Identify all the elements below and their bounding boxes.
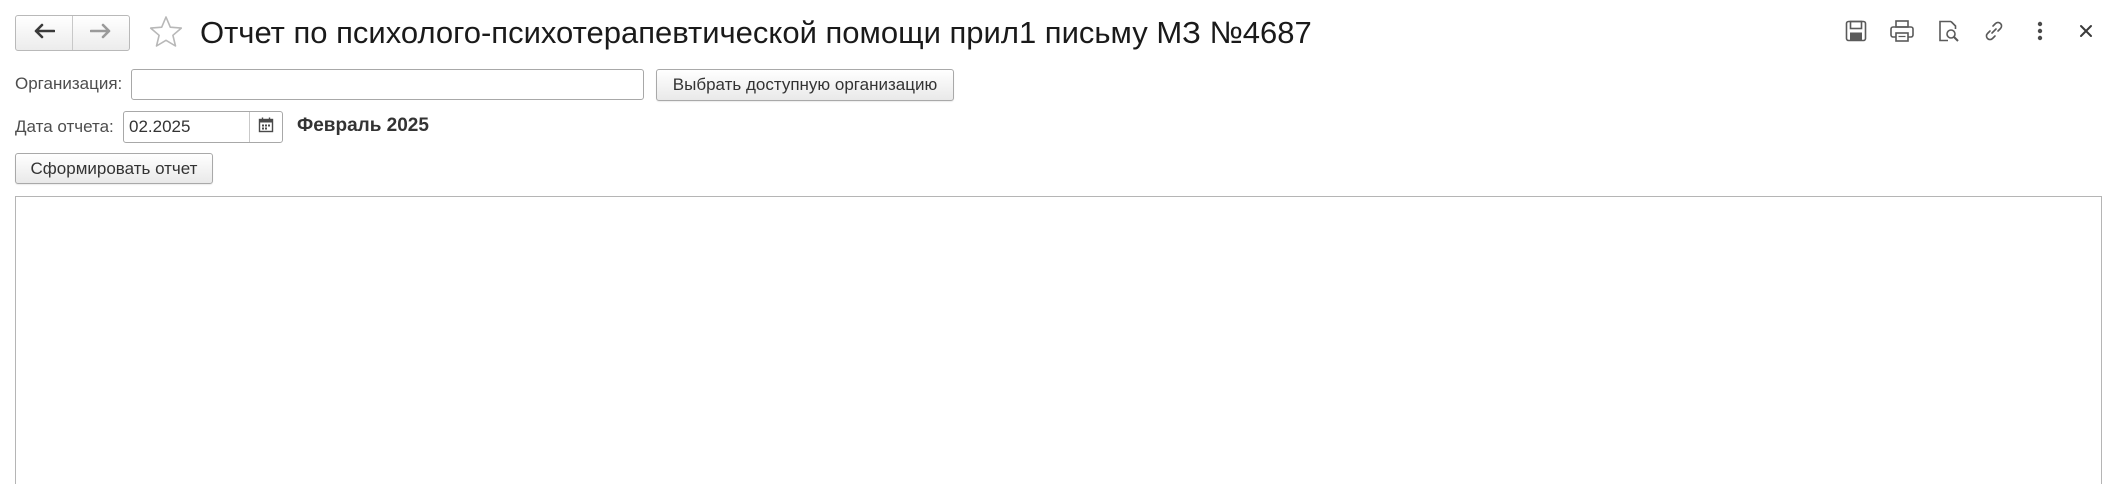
report-date-input[interactable]	[124, 112, 249, 142]
close-button[interactable]	[2070, 17, 2102, 49]
link-button[interactable]	[1978, 17, 2010, 49]
navigation-group	[15, 15, 130, 51]
arrow-right-icon	[89, 23, 112, 44]
window-toolbar	[1826, 17, 2102, 49]
generate-report-button[interactable]: Сформировать отчет	[15, 153, 213, 184]
calendar-button[interactable]	[249, 112, 282, 142]
more-vertical-icon	[2036, 20, 2044, 47]
star-icon	[148, 14, 184, 55]
organization-input[interactable]	[131, 69, 644, 100]
calendar-icon	[258, 117, 274, 138]
select-organization-button[interactable]: Выбрать доступную организацию	[656, 69, 954, 101]
print-icon	[1889, 19, 1915, 48]
favorite-button[interactable]	[147, 15, 185, 53]
print-preview-button[interactable]	[1932, 17, 1964, 49]
report-output-area[interactable]	[15, 196, 2102, 484]
save-icon	[1844, 19, 1868, 48]
organization-label: Организация:	[15, 74, 123, 93]
forward-button[interactable]	[72, 16, 129, 50]
close-icon	[2078, 23, 2094, 44]
save-button[interactable]	[1840, 17, 1872, 49]
report-period-text: Февраль 2025	[297, 115, 429, 136]
report-form-window: Отчет по психолого-психотерапевтической …	[0, 0, 2119, 484]
arrow-left-icon	[33, 23, 56, 44]
report-date-label: Дата отчета:	[15, 117, 114, 136]
print-button[interactable]	[1886, 17, 1918, 49]
link-icon	[1982, 19, 2006, 48]
print-preview-icon	[1936, 19, 1960, 48]
more-button[interactable]	[2024, 17, 2056, 49]
report-date-field	[123, 111, 283, 143]
back-button[interactable]	[16, 16, 72, 50]
page-title: Отчет по психолого-психотерапевтической …	[200, 15, 1312, 50]
